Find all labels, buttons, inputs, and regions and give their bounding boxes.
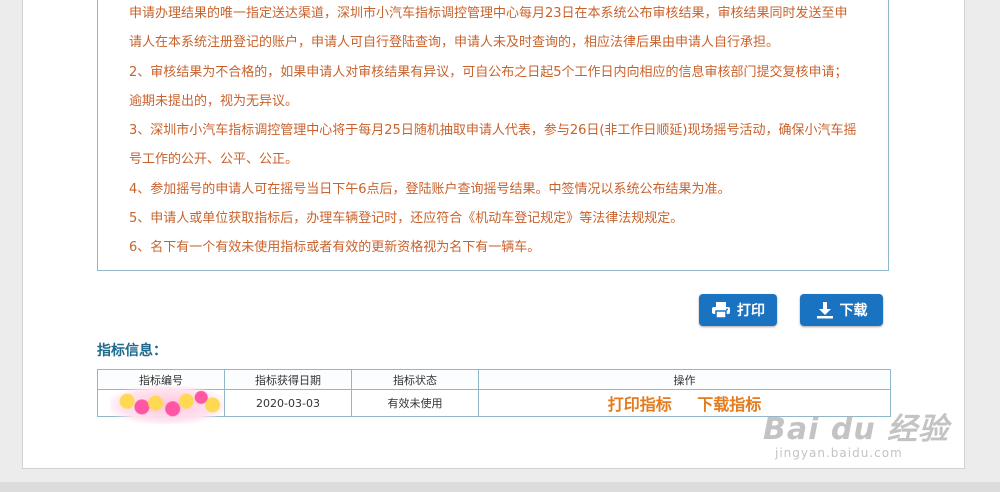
notice-box: 申请办理结果的唯一指定送达渠道，深圳市小汽车指标调控管理中心每月23日在本系统公… [97,0,889,271]
notice-line: 4、参加摇号的申请人可在摇号当日下午6点后，登陆账户查询摇号结果。中签情况以系统… [129,181,731,197]
download-quota-link[interactable]: 下载指标 [697,395,761,414]
notice-line: 3、深圳市小汽车指标调控管理中心将于每月25日随机抽取申请人代表，参与26日(非… [129,123,857,139]
watermark-main: Bai du 经验 [763,412,950,447]
column-header: 指标获得日期 [224,369,352,390]
download-icon [816,301,834,319]
column-header: 操作 [478,369,891,390]
notice-line: 6、名下有一个有效未使用指标或者有效的更新资格视为名下有一辆车。 [129,240,541,256]
print-quota-link[interactable]: 打印指标 [608,395,672,414]
quota-status-cell: 有效未使用 [351,389,479,417]
notice-line: 2、审核结果为不合格的，如果申请人对审核结果有异议，可自公布之日起5个工作日内向… [129,64,848,80]
table-header-row: 指标编号 指标获得日期 指标状态 操作 [97,369,891,390]
column-header: 指标状态 [351,369,479,390]
emoji-mosaic-icon [110,386,224,424]
notice-line: 逾期未提出的，视为无异议。 [129,93,299,109]
notice-line: 5、申请人或单位获取指标后，办理车辆登记时，还应符合《机动车登记规定》等法律法规… [129,211,684,227]
download-button[interactable]: 下载 [800,294,883,326]
quota-date-cell: 2020-03-03 [224,389,352,417]
print-button-label: 打印 [737,303,765,319]
horizontal-scrollbar[interactable] [0,482,1000,492]
print-button[interactable]: 打印 [699,294,777,326]
printer-icon [711,301,731,319]
watermark-sub: jingyan.baidu.com [775,446,903,460]
watermark: Bai du 经验 jingyan.baidu.com [763,404,949,460]
notice-line: 号工作的公开、公平、公正。 [129,152,299,168]
section-title: 指标信息： [97,343,167,359]
notice-line: 请人在本系统注册登记的账户，申请人可自行登陆查询，申请人未及时查询的，相应法律后… [129,35,780,51]
notice-line: 申请办理结果的唯一指定送达渠道，深圳市小汽车指标调控管理中心每月23日在本系统公… [129,6,848,21]
download-button-label: 下载 [839,303,868,319]
